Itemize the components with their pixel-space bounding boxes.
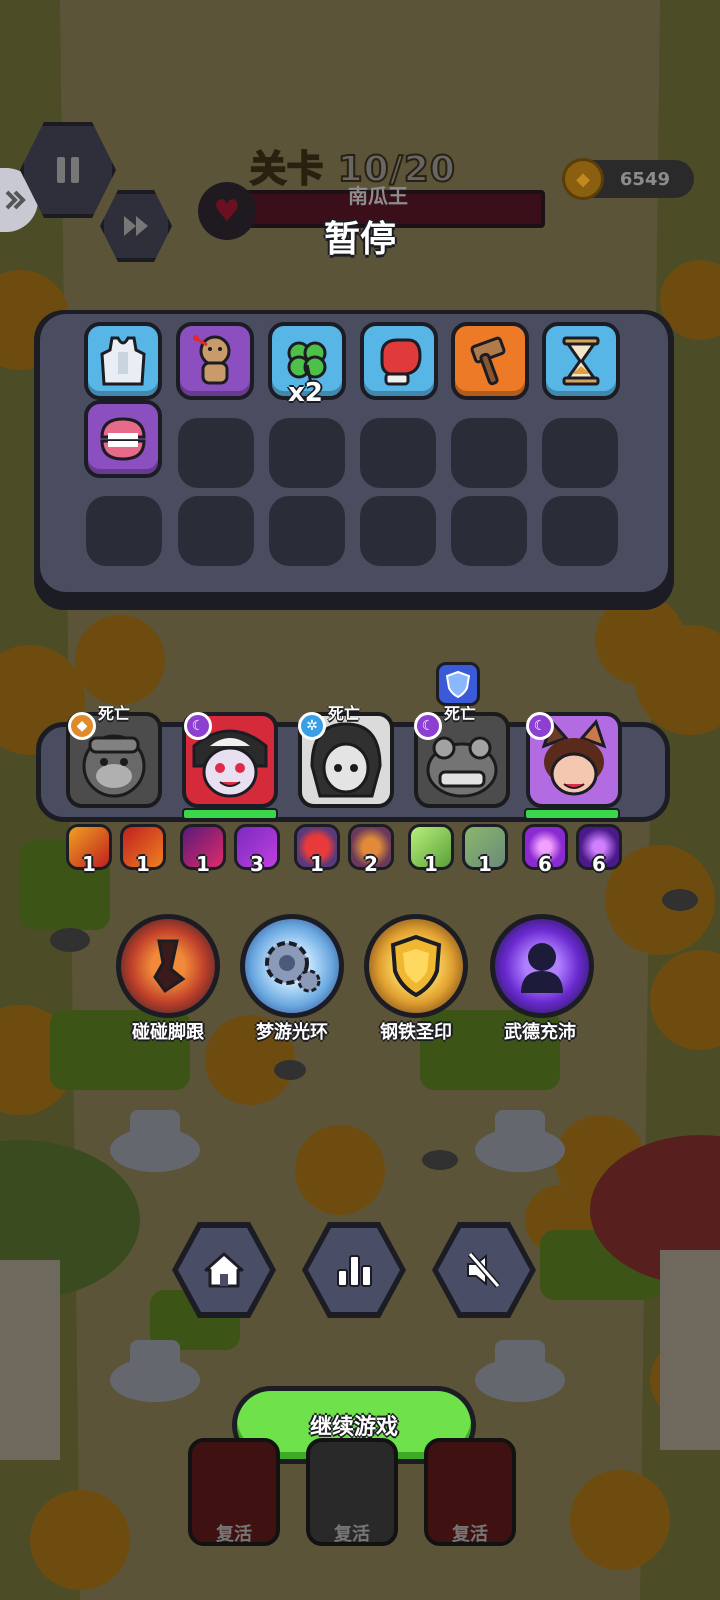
pause-title: 暂停 [323, 219, 396, 260]
denture-icon [100, 417, 146, 461]
inventory-slot [451, 418, 527, 488]
hero-rarity-badge: ☾ [414, 712, 442, 740]
stats-icon [337, 1255, 372, 1287]
boss-name: 南瓜王 [348, 184, 408, 208]
inventory-item-voodoo-doll[interactable] [176, 322, 254, 400]
skill-level: 1 [478, 852, 492, 876]
gold-shield-icon [390, 934, 442, 998]
skill-level: 1 [424, 852, 438, 876]
hourglass-icon [562, 336, 600, 386]
talent-dream-halo[interactable] [240, 914, 344, 1018]
talent-label: 钢铁圣印 [380, 1022, 452, 1043]
hero-rarity-badge: ✲ [298, 712, 326, 740]
sound-off-icon [467, 1252, 501, 1288]
inventory-item-hourglass[interactable] [542, 322, 620, 400]
hammer-icon [470, 336, 506, 386]
skill-level: 2 [364, 852, 378, 876]
talent-label: 碰碰脚跟 [132, 1022, 204, 1043]
vest-icon [100, 336, 146, 386]
hero-rarity-badge: ◆ [68, 712, 96, 740]
item-count-clover: x2 [288, 378, 323, 408]
boxing-glove-icon [380, 338, 422, 386]
revive-label: 复活 [334, 1524, 370, 1545]
pause-icon [57, 157, 79, 183]
hero-status-dead: 死亡 [98, 704, 131, 723]
inventory-slot [542, 496, 618, 566]
hero-hp-bar [524, 808, 620, 820]
skill-level: 6 [592, 852, 606, 876]
inventory-slot [178, 418, 254, 488]
skill-level: 1 [82, 852, 96, 876]
boot-icon [153, 939, 186, 994]
talent-steel-seal[interactable] [364, 914, 468, 1018]
inventory-slot [269, 418, 345, 488]
inventory-slot [360, 418, 436, 488]
hero-rarity-badge: ☾ [526, 712, 554, 740]
hero-rarity-badge: ☾ [184, 712, 212, 740]
inventory-item-denture[interactable] [84, 400, 162, 478]
home-icon [204, 1252, 244, 1288]
skill-level: 3 [250, 852, 264, 876]
hero-hp-bar [182, 808, 278, 820]
revive-label: 复活 [216, 1524, 252, 1545]
inventory-slot [542, 418, 618, 488]
inventory-item-boxing-glove[interactable] [360, 322, 438, 400]
skill-level: 1 [196, 852, 210, 876]
talent-label: 梦游光环 [256, 1022, 328, 1043]
coin-amount: 6549 [619, 168, 670, 190]
inventory-slot [360, 496, 436, 566]
voodoo-doll-icon [193, 335, 231, 385]
inventory-slot [451, 496, 527, 566]
inventory-slot [178, 496, 254, 566]
gear-icon [265, 941, 321, 993]
inventory-grid: x2 [40, 314, 668, 592]
inventory-slot [269, 496, 345, 566]
talent-bump-heel[interactable] [116, 914, 220, 1018]
inventory-item-vest[interactable] [84, 322, 162, 400]
talent-label: 武德充沛 [504, 1022, 576, 1043]
shield-buff-icon [436, 662, 480, 706]
inventory-item-hammer[interactable] [451, 322, 529, 400]
level-label: 关卡 [249, 148, 325, 191]
coin-icon: ◆ [562, 158, 604, 200]
skill-level: 1 [136, 852, 150, 876]
skill-level: 6 [538, 852, 552, 876]
talent-martial-vigor[interactable] [490, 914, 594, 1018]
skill-level: 1 [310, 852, 324, 876]
revive-label: 复活 [452, 1524, 488, 1545]
silhouette-icon [521, 943, 563, 993]
inventory-slot [86, 496, 162, 566]
hero-status-dead: 死亡 [328, 704, 361, 723]
